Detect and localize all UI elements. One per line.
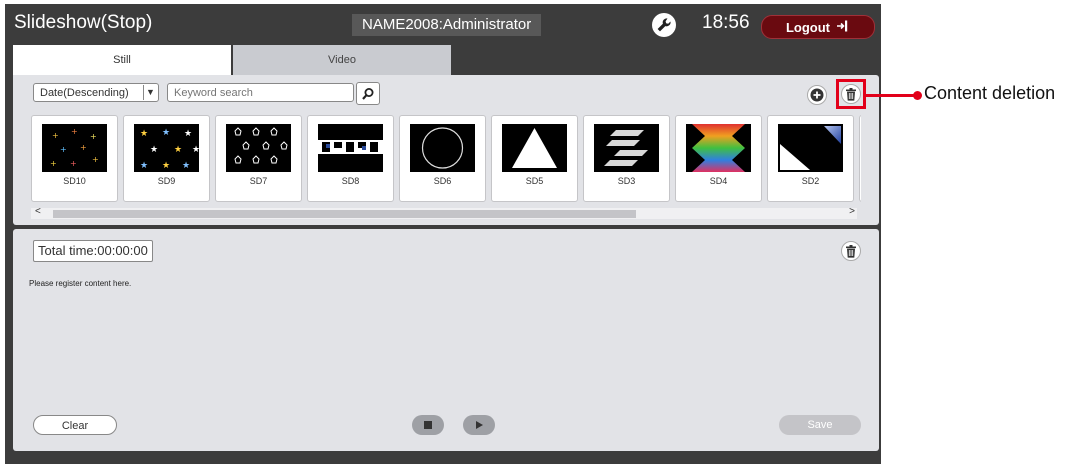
logout-icon <box>836 19 850 36</box>
logout-button[interactable]: Logout <box>761 15 875 39</box>
thumbnail-label: SD5 <box>525 176 544 186</box>
empty-playlist-message: Please register content here. <box>29 279 132 288</box>
keyword-search-input[interactable] <box>167 83 354 102</box>
play-button[interactable] <box>463 415 495 435</box>
content-library-panel: Date(Descending) ▼ Keyword search + + + … <box>13 75 879 225</box>
app-title: Slideshow(Stop) <box>14 12 153 33</box>
thumbnail-image <box>594 124 659 172</box>
thumbnail-label: SD3 <box>617 176 636 186</box>
scrollbar-thumb[interactable] <box>53 210 636 218</box>
thumbnail-sd10[interactable]: + + + + + + + + SD10 <box>31 115 118 202</box>
svg-text:+: + <box>71 127 78 136</box>
svg-text:★: ★ <box>140 161 148 171</box>
thumbnail-sd4[interactable]: SD4 <box>675 115 762 202</box>
thumbnail-label: SD10 <box>63 176 86 186</box>
thumbnail-image <box>502 124 567 172</box>
search-button[interactable] <box>356 82 380 105</box>
svg-text:★: ★ <box>162 161 170 171</box>
callout-label: Content deletion <box>924 83 1056 103</box>
thumbnail-sd5[interactable]: SD5 <box>491 115 578 202</box>
thumbnail-label: SD4 <box>709 176 728 186</box>
sort-select[interactable]: Date(Descending) ▼ <box>33 83 159 102</box>
thumbnail-image <box>686 124 751 172</box>
thumbnail-sd9[interactable]: ★ ★ ★ ★ ★ ★ ★ ★ ★ SD9 <box>123 115 210 202</box>
svg-text:+: + <box>52 131 59 140</box>
svg-text:+: + <box>90 132 97 141</box>
save-button[interactable]: Save <box>779 415 861 435</box>
horizontal-scrollbar[interactable]: < > <box>31 206 857 219</box>
thumbnail-image <box>226 124 291 172</box>
thumbnail-label: SD6 <box>433 176 452 186</box>
thumbnail-image: + ++ + ++ + + <box>42 124 107 172</box>
thumbnail-image <box>318 124 383 172</box>
thumbnail-strip: + + + + + + + + SD10 ★ ★ ★ ★ ★ ★ ★ ★ ★ SD9 <box>31 115 861 204</box>
callout-dot <box>913 91 922 100</box>
chevron-down-icon: ▼ <box>143 85 157 100</box>
callout-line <box>863 94 917 97</box>
svg-text:+: + <box>60 145 67 154</box>
tab-still[interactable]: Still <box>13 45 231 75</box>
svg-text:+: + <box>70 159 77 168</box>
thumbnail-label: SD9 <box>157 176 176 186</box>
search-icon <box>362 87 374 100</box>
clear-button[interactable]: Clear <box>33 415 117 435</box>
slideshow-window: Slideshow(Stop) NAME2008:Administrator 1… <box>5 4 881 464</box>
svg-text:★: ★ <box>162 128 170 138</box>
total-time: Total time:00:00:00 <box>33 240 153 262</box>
thumbnail-sd8[interactable]: SD8 <box>307 115 394 202</box>
thumbnail-label: SD2 <box>801 176 820 186</box>
thumbnail-image <box>410 124 475 172</box>
stop-icon <box>424 421 432 429</box>
title-bar: Slideshow(Stop) NAME2008:Administrator 1… <box>5 4 881 42</box>
thumbnail-sd6[interactable]: SD6 <box>399 115 486 202</box>
content-deletion-highlight <box>836 79 866 109</box>
logout-label: Logout <box>785 19 831 35</box>
user-label: NAME2008:Administrator <box>352 14 542 36</box>
svg-text:★: ★ <box>182 161 190 171</box>
wrench-icon[interactable] <box>652 13 676 37</box>
svg-text:★: ★ <box>140 129 148 139</box>
thumbnail-sd3[interactable]: SD3 <box>583 115 670 202</box>
tab-video[interactable]: Video <box>233 45 451 75</box>
thumbnail-partial[interactable] <box>859 115 861 202</box>
svg-text:+: + <box>92 155 99 164</box>
stop-button[interactable] <box>412 415 444 435</box>
thumbnail-image: ★ ★ ★ ★ ★ ★ ★ ★ ★ <box>134 124 199 172</box>
trash-icon <box>846 244 856 258</box>
thumbnail-label: SD7 <box>249 176 268 186</box>
play-icon <box>476 421 483 429</box>
add-content-button[interactable] <box>807 85 827 105</box>
scroll-left-icon[interactable]: < <box>35 206 41 217</box>
scroll-right-icon[interactable]: > <box>849 206 855 217</box>
delete-playlist-button[interactable] <box>841 241 861 261</box>
playlist-panel: Total time:00:00:00 Please register cont… <box>13 229 879 451</box>
plus-circle-icon <box>810 88 824 102</box>
thumbnail-sd2[interactable]: SD2 <box>767 115 854 202</box>
svg-text:+: + <box>80 143 87 152</box>
sort-value: Date(Descending) <box>40 87 129 99</box>
thumbnail-sd7[interactable]: SD7 <box>215 115 302 202</box>
svg-text:★: ★ <box>184 129 192 139</box>
thumbnail-label: SD8 <box>341 176 360 186</box>
svg-text:★: ★ <box>150 145 158 155</box>
thumbnail-image <box>778 124 843 172</box>
svg-text:★: ★ <box>174 145 182 155</box>
svg-text:+: + <box>50 159 57 168</box>
clock-display: 18:56 <box>702 12 750 33</box>
svg-text:★: ★ <box>192 145 199 155</box>
